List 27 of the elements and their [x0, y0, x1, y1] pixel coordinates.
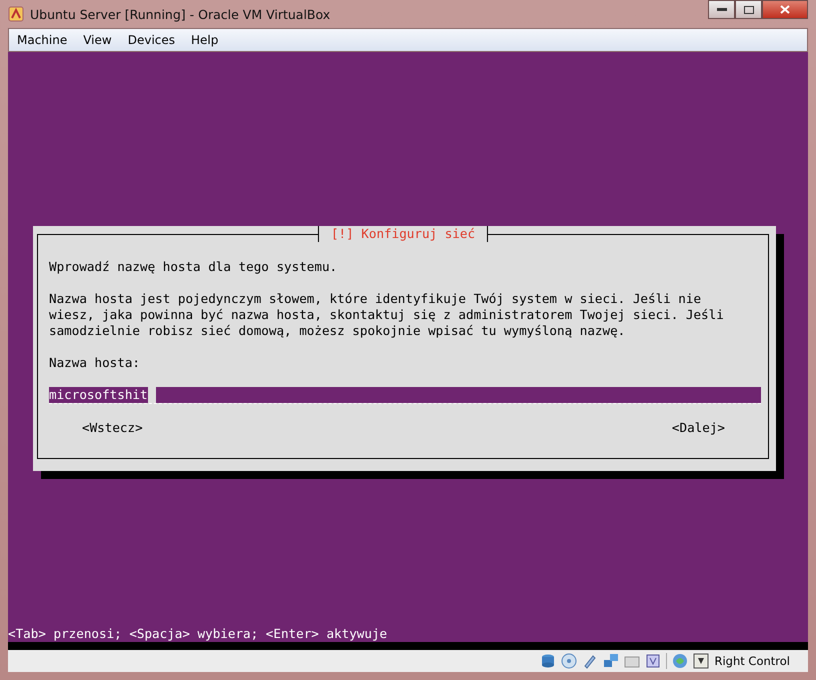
field-label: Nazwa hosta:	[49, 354, 141, 370]
globe-icon	[672, 653, 688, 669]
menu-item[interactable]: Help	[183, 33, 226, 47]
prompt-text: Wprowadź nazwę hosta dla tego systemu.	[49, 258, 338, 274]
help-line: <Tab> przenosi; <Spacja> wybiera; <Enter> aktywuje	[8, 626, 388, 642]
menu-item[interactable]: Devices	[120, 33, 184, 47]
host-key-label: Right Control	[714, 654, 790, 668]
close-icon	[780, 5, 790, 14]
dialog-title: [!] Konfiguruj sieć	[318, 226, 488, 242]
dialog-button[interactable]: <Wstecz>	[82, 420, 143, 436]
maximize-button[interactable]	[735, 0, 762, 19]
description-text: Nazwa hosta jest pojedynczym słowem, które identyfikuje Twój system w sieci. Jeśli nie wiesz, jaka powinna być nazwa hosta, skontaktuj się z administratorem Twojej sieci. Jeśli samodzielnie robisz sieć domową, możesz spokojnie wpisać tu wymyśloną nazwę.	[49, 290, 725, 338]
pen-icon	[582, 653, 598, 669]
arrow-down-icon	[693, 653, 710, 669]
window-title: Ubuntu Server [Running] - Oracle VM VirtualBox	[30, 6, 330, 22]
close-button[interactable]	[762, 0, 808, 19]
minimize-icon	[716, 8, 726, 12]
app-icon	[8, 6, 24, 22]
disk-icon	[540, 653, 556, 669]
menu-item[interactable]: View	[75, 33, 120, 47]
maximize-icon	[744, 6, 754, 14]
dialog-button[interactable]: <Dalej>	[672, 420, 725, 436]
network-icon	[603, 653, 620, 669]
disc-icon	[561, 653, 578, 669]
menu-item[interactable]: Machine	[9, 33, 76, 47]
chip-icon	[645, 653, 662, 669]
minimize-button[interactable]	[708, 0, 735, 19]
